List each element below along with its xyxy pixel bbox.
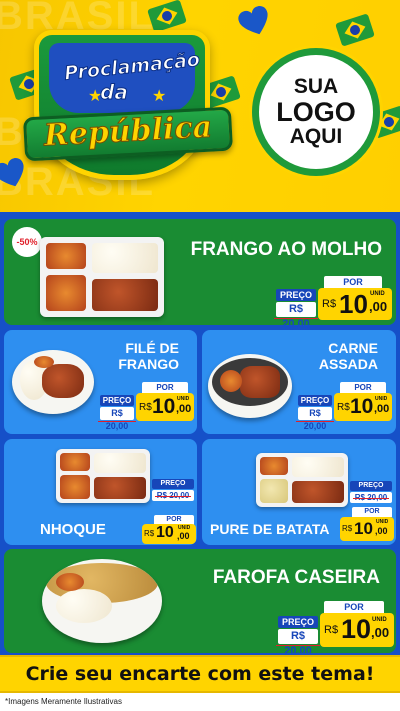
brazil-flag-icon [335,13,375,47]
preco-label: PREÇO [152,479,194,489]
logo-placeholder[interactable]: SUA LOGO AQUI [252,48,380,176]
product-name: PURE DE BATATA [210,521,330,537]
por-label: POR [142,382,188,393]
logo-text-line3: AQUI [289,125,343,149]
price-tag: POR PREÇO R$ 20,00 R$ 10 UNID ,00 [98,382,194,431]
preco-label: PREÇO [276,289,316,301]
product-card-carne-assada[interactable]: CARNE ASSADA POR PREÇO R$ 20,00 R$ 10 UNI… [202,330,396,434]
product-card-nhoque[interactable]: NHOQUE PREÇO R$ 20,00 POR R$ 10 UNID ,00 [4,439,197,545]
price-tag: POR PREÇO R$ 20,00 R$ 10 UNID ,00 [274,272,392,325]
price-tag: POR PREÇO R$ 20,00 R$ 10 UNID ,00 [276,599,394,653]
new-price: R$ 10 UNID ,00 [318,288,392,320]
product-card-farofa-caseira[interactable]: FAROFA CASEIRA POR PREÇO R$ 20,00 R$ 10 … [4,549,396,653]
price-tag: POR R$ 10 UNID ,00 [338,507,394,543]
old-price: R$ 20,00 [350,492,392,503]
preco-label: PREÇO [278,616,318,628]
logo-text-line1: SUA [293,74,339,98]
old-price: R$ 20,00 [98,407,136,431]
product-name: FAROFA CASEIRA [212,567,380,588]
preco-label: PREÇO [298,395,332,406]
old-price: R$ 20,00 [296,407,334,431]
food-image-file [12,350,94,414]
old-price: R$ 20,00 [274,302,318,325]
price-tag-old: PREÇO R$ 20,00 [350,481,392,505]
new-price: R$ 10 UNID ,00 [340,517,394,541]
new-price: R$ 10 UNID ,00 [142,524,196,544]
product-name: FRANGO AO MOLHO [190,239,382,260]
product-card-pure-de-batata[interactable]: PURE DE BATATA PREÇO R$ 20,00 POR R$ 10 … [202,439,396,545]
cta-banner[interactable]: Crie seu encarte com este tema! [0,655,400,693]
por-label: POR [340,382,386,393]
new-price: R$ 10 UNID ,00 [136,393,194,421]
por-label: POR [324,276,382,288]
title-da: da [100,80,129,105]
price-tag: POR R$ 10 UNID ,00 [140,515,196,544]
food-image-carne [208,354,292,418]
preco-label: PREÇO [350,481,392,491]
new-price: R$ 10 UNID ,00 [320,613,394,647]
por-label: POR [324,601,384,613]
logo-text-line2: LOGO [276,96,356,127]
star-icon: ★ [152,88,167,105]
price-tag-old: PREÇO R$ 20,00 [152,479,194,503]
old-price: R$ 20,00 [276,629,320,653]
product-name: CARNE ASSADA [318,340,378,373]
product-card-frango-ao-molho[interactable]: -50% FRANGO AO MOLHO POR PREÇO R$ 20,00 … [4,219,396,325]
food-image-frango [40,237,164,317]
product-card-file-de-frango[interactable]: FILÉ DE FRANGO POR PREÇO R$ 20,00 R$ 10 U… [4,330,197,434]
preco-label: PREÇO [100,395,134,406]
price-tag: POR PREÇO R$ 20,00 R$ 10 UNID ,00 [296,382,392,431]
food-image-nhoque [56,449,150,503]
product-name: NHOQUE [40,521,106,538]
old-price: R$ 20,00 [152,490,194,501]
discount-badge: -50% [12,227,42,257]
new-price: R$ 10 UNID ,00 [334,393,392,421]
por-label: POR [352,507,392,517]
food-image-pure [256,453,348,507]
disclaimer-text: *Imagens Meramente Ilustrativas [0,693,400,711]
heart-icon [236,4,274,41]
food-image-farofa [42,559,162,643]
header-banner: BRASIL BRASIL BRASIL Proclamação ★ da ★ … [0,0,400,212]
product-name: FILÉ DE FRANGO [118,340,179,373]
